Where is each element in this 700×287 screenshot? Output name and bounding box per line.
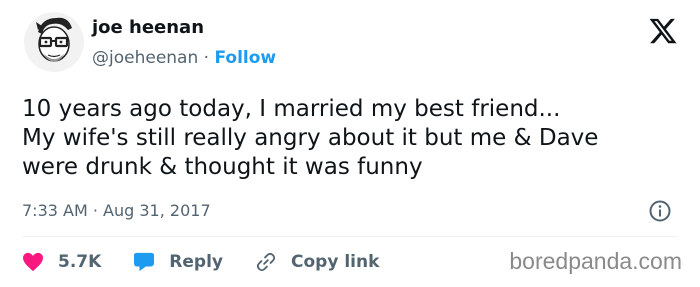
author-handle-row: @joeheenan · Follow [92, 48, 276, 68]
tweet-timestamp[interactable]: 7:33 AM · Aug 31, 2017 [22, 201, 211, 220]
link-icon [256, 252, 276, 272]
action-bar: 5.7K Reply Copy link [22, 248, 411, 276]
x-logo-icon[interactable] [648, 16, 678, 46]
author-name[interactable]: joe heenan [92, 17, 204, 38]
speech-bubble-icon [134, 252, 155, 272]
info-icon[interactable] [648, 199, 672, 223]
tweet-time[interactable]: 7:33 AM [22, 201, 88, 220]
watermark: boredpanda.com [509, 248, 682, 274]
heart-icon [23, 252, 43, 272]
tweet-text-line: My wife's still really angry about it bu… [22, 125, 599, 151]
reply-label: Reply [169, 252, 223, 272]
avatar-icon[interactable] [22, 10, 86, 74]
tweet-text-line: were drunk & thought it was funny [22, 154, 423, 180]
follow-button[interactable]: Follow [214, 48, 276, 68]
author-handle[interactable]: @joeheenan [92, 48, 198, 68]
tweet-text: 10 years ago today, I married my best fr… [22, 95, 682, 182]
handle-separator: · [203, 48, 210, 68]
divider [22, 236, 678, 237]
reply-button[interactable]: Reply [133, 252, 223, 272]
timestamp-separator: · [92, 201, 98, 220]
copy-link-button[interactable]: Copy link [255, 251, 379, 273]
like-button[interactable]: 5.7K [22, 252, 101, 272]
tweet-text-line: 10 years ago today, I married my best fr… [22, 96, 561, 122]
like-count: 5.7K [58, 252, 102, 272]
tweet-date[interactable]: Aug 31, 2017 [103, 201, 211, 220]
copy-link-label: Copy link [291, 252, 380, 272]
